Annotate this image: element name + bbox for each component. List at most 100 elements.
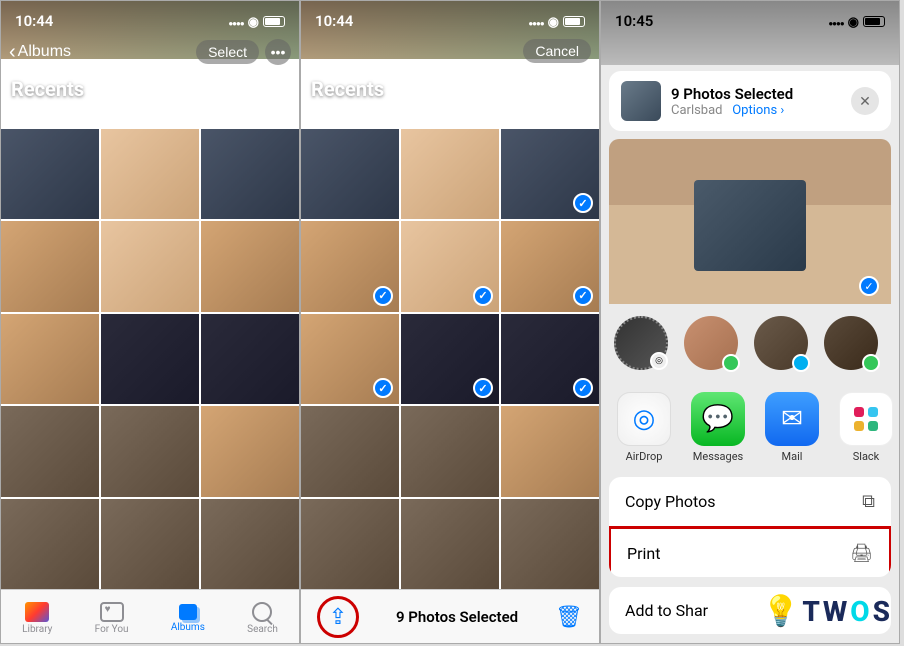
photo-thumb[interactable] (401, 406, 499, 496)
photo-thumb[interactable]: ✓ (501, 314, 599, 404)
body-area: ✓ ✓ ✓ ✓ ✓ ✓ ✓ ⇪ 9 Photos (301, 59, 599, 643)
action-label: Copy Photos (625, 492, 715, 511)
selected-check-icon: ✓ (573, 193, 593, 213)
thumbnail-preview (621, 81, 661, 121)
close-button[interactable]: ✕ (851, 87, 879, 115)
tab-search[interactable]: Search (247, 602, 278, 635)
airdrop-contact[interactable] (753, 316, 809, 370)
photo-thumb[interactable] (1, 129, 99, 219)
chevron-left-icon: ‹ (9, 41, 16, 64)
selected-check-icon: ✓ (859, 276, 879, 296)
share-button[interactable]: ⇪ (329, 604, 347, 630)
person-avatar (824, 316, 878, 370)
photo-thumb[interactable] (101, 129, 199, 219)
photo-thumb[interactable] (401, 129, 499, 219)
photo-thumb[interactable]: ✓ (501, 129, 599, 219)
back-button[interactable]: ‹ Albums (9, 41, 71, 64)
share-subtitle: Carlsbad Options › (671, 103, 841, 118)
messages-badge-icon (862, 354, 880, 372)
status-bar: 10:45 (601, 1, 899, 41)
person-avatar (684, 316, 738, 370)
photo-thumb[interactable] (201, 314, 299, 404)
photo-thumb[interactable] (501, 406, 599, 496)
cellular-signal-icon (528, 12, 543, 30)
share-app-mail[interactable]: ✉ Mail (765, 392, 819, 463)
photo-thumb[interactable] (101, 314, 199, 404)
selection-count-label: 9 Photos Selected (396, 608, 518, 626)
wifi-icon (548, 12, 559, 30)
action-copy-photos[interactable]: Copy Photos ⧉ (609, 477, 891, 527)
photo-thumb[interactable] (101, 221, 199, 311)
photo-thumb[interactable] (101, 406, 199, 496)
status-indicators (828, 12, 885, 30)
photo-grid (1, 129, 299, 589)
share-apps-row: ◎ AirDrop 💬 Messages ✉ Mail Slack (601, 382, 899, 477)
select-button[interactable]: Select (196, 40, 259, 64)
share-app-messages[interactable]: 💬 Messages (691, 392, 745, 463)
photo-thumb[interactable]: ✓ (401, 314, 499, 404)
tab-label: For You (95, 624, 129, 635)
for-you-icon (100, 602, 124, 622)
share-app-airdrop[interactable]: ◎ AirDrop (617, 392, 671, 463)
airdrop-contact[interactable]: ◎ (613, 316, 669, 370)
photo-thumb[interactable] (101, 499, 199, 589)
photo-thumb[interactable]: ✓ (401, 221, 499, 311)
selection-toolbar: ⇪ 9 Photos Selected 🗑 (301, 589, 599, 643)
tab-label: Search (247, 624, 278, 635)
airdrop-contact[interactable] (683, 316, 739, 370)
nav-bar: ‹ Albums Select ••• (1, 39, 299, 65)
photo-grid: ✓ ✓ ✓ ✓ ✓ ✓ ✓ (301, 129, 599, 589)
app-label: Mail (782, 450, 803, 463)
tab-albums[interactable]: Albums (171, 604, 205, 633)
photo-thumb[interactable] (201, 129, 299, 219)
photo-thumb[interactable] (201, 406, 299, 496)
photo-thumb[interactable] (1, 221, 99, 311)
airdrop-contacts-row: ◎ (601, 304, 899, 382)
photo-thumb[interactable] (1, 499, 99, 589)
cancel-button[interactable]: Cancel (523, 39, 591, 63)
app-label: Slack (853, 450, 880, 463)
status-time: 10:45 (615, 12, 653, 30)
share-app-slack[interactable]: Slack (839, 392, 893, 463)
photo-thumb[interactable] (401, 499, 499, 589)
share-title: 9 Photos Selected (671, 85, 841, 103)
photo-thumb[interactable] (201, 499, 299, 589)
slack-icon (839, 392, 893, 446)
photo-preview[interactable]: ✓ (609, 139, 891, 304)
location-label: Carlsbad (671, 103, 723, 118)
action-label: Print (627, 544, 660, 563)
laptop-avatar: ◎ (614, 316, 668, 370)
photo-thumb[interactable]: ✓ (301, 221, 399, 311)
delete-button[interactable]: 🗑 (555, 604, 583, 630)
photo-thumb[interactable] (501, 499, 599, 589)
tab-library[interactable]: Library (22, 602, 52, 635)
nav-right-actions: Select ••• (196, 39, 291, 65)
photo-thumb[interactable] (301, 129, 399, 219)
section-title: Recents (11, 77, 84, 101)
cellular-signal-icon (228, 12, 243, 30)
photo-thumb[interactable] (301, 499, 399, 589)
photo-thumb[interactable]: ✓ (501, 221, 599, 311)
airdrop-contact[interactable] (823, 316, 879, 370)
photo-thumb[interactable] (1, 406, 99, 496)
tab-bar: Library For You Albums Search (1, 589, 299, 643)
airdrop-icon: ◎ (617, 392, 671, 446)
copy-icon: ⧉ (862, 491, 875, 512)
status-time: 10:44 (315, 12, 353, 30)
options-link[interactable]: Options › (732, 103, 784, 118)
screen-3-share-sheet: 10:45 9 Photos Selected Carlsbad Options… (600, 0, 900, 644)
action-print[interactable]: Print 🖨 (609, 526, 891, 577)
photo-thumb[interactable] (201, 221, 299, 311)
photo-thumb[interactable] (1, 314, 99, 404)
selected-check-icon: ✓ (373, 378, 393, 398)
more-button[interactable]: ••• (265, 39, 291, 65)
photo-thumb[interactable]: ✓ (301, 314, 399, 404)
status-indicators (528, 12, 585, 30)
tab-for-you[interactable]: For You (95, 602, 129, 635)
photo-thumb[interactable] (301, 406, 399, 496)
cellular-signal-icon (828, 12, 843, 30)
wifi-icon (248, 12, 259, 30)
airdrop-badge-icon: ◎ (650, 352, 668, 370)
albums-icon (179, 604, 197, 620)
app-label: AirDrop (626, 450, 663, 463)
